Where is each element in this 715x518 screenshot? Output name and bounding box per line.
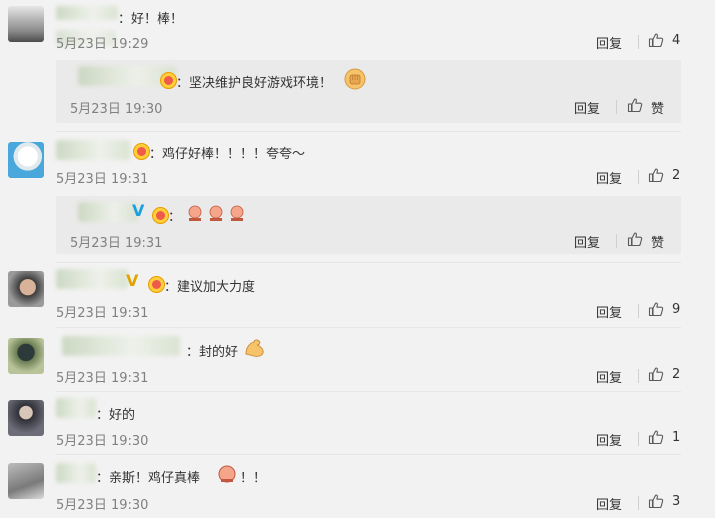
avatar[interactable] <box>8 400 44 436</box>
comment-text: ：鸡仔好棒！！！！夸夸～ <box>149 147 306 162</box>
verified-v-icon: V <box>132 201 145 220</box>
thumbs-up-icon[interactable] <box>648 301 664 317</box>
thumbs-up-icon[interactable] <box>648 32 664 48</box>
comment-row: ：鸡仔好棒！！！！夸夸～ 5月23日 19:31 回复 2 <box>0 132 715 192</box>
like-count[interactable]: 2 <box>672 367 680 382</box>
vip-crown-badge-icon <box>133 143 150 160</box>
comment-timestamp: 5月23日 19:29 <box>56 37 149 52</box>
like-label[interactable]: 赞 <box>651 232 664 251</box>
thumbs-up-icon[interactable] <box>627 231 643 247</box>
sub-reply: V ： 5月23日 19:31 回复 赞 <box>56 196 681 254</box>
avatar[interactable] <box>8 338 44 374</box>
username-blurred[interactable] <box>78 202 138 222</box>
reply-button[interactable]: 回复 <box>596 367 622 386</box>
reply-button[interactable]: 回复 <box>596 168 622 187</box>
comment-text: ：建议加大力度 <box>164 280 256 295</box>
username-blurred[interactable] <box>62 336 180 356</box>
reply-button[interactable]: 回复 <box>596 33 622 52</box>
thumbs-up-icon[interactable] <box>627 97 643 113</box>
comment-timestamp: 5月23日 19:30 <box>56 434 149 449</box>
vip-crown-badge-icon <box>160 72 177 89</box>
chick-emoji-icon <box>188 205 244 221</box>
divider <box>638 369 639 383</box>
avatar[interactable] <box>8 271 44 307</box>
divider <box>638 35 639 49</box>
like-count[interactable]: 3 <box>672 494 680 509</box>
comment-text: ： <box>168 210 182 225</box>
comment-text: ：坚决维护良好游戏环境！ <box>176 76 333 91</box>
divider <box>616 100 617 114</box>
username-blurred[interactable] <box>56 6 118 20</box>
comment-row: V ：建议加大力度 5月23日 19:31 回复 9 <box>0 263 715 325</box>
reply-button[interactable]: 回复 <box>596 430 622 449</box>
sub-reply: ：坚决维护良好游戏环境！ 5月23日 19:30 回复 赞 <box>56 60 681 123</box>
thumbs-up-icon[interactable] <box>648 493 664 509</box>
verified-v-icon: V <box>126 271 139 290</box>
comment-timestamp: 5月23日 19:31 <box>70 236 163 251</box>
comment-row: ：封的好 5月23日 19:31 回复 2 <box>0 328 715 390</box>
username-blurred[interactable] <box>56 398 96 418</box>
like-label[interactable]: 赞 <box>651 98 664 117</box>
comment-timestamp: 5月23日 19:31 <box>56 172 149 187</box>
comment-timestamp: 5月23日 19:31 <box>56 371 149 386</box>
divider <box>616 234 617 248</box>
divider <box>638 432 639 446</box>
username-blurred[interactable] <box>56 140 130 160</box>
reply-button[interactable]: 回复 <box>574 232 600 251</box>
thumbs-up-icon[interactable] <box>648 366 664 382</box>
comment-text: ：亲斯！鸡仔真棒 <box>96 471 201 486</box>
comment-text: ：好！棒！ <box>118 12 184 27</box>
divider <box>638 170 639 184</box>
reply-button[interactable]: 回复 <box>596 302 622 321</box>
comment-timestamp: 5月23日 19:31 <box>56 306 149 321</box>
comment-row: ：好的 5月23日 19:30 回复 1 <box>0 392 715 454</box>
vip-crown-badge-icon <box>148 276 165 293</box>
like-count[interactable]: 2 <box>672 168 680 183</box>
thumbs-up-icon[interactable] <box>648 429 664 445</box>
comment-row: ：好！棒！ 5月23日 19:29 回复 4 <box>0 0 715 56</box>
like-count[interactable]: 4 <box>672 33 680 48</box>
reply-button[interactable]: 回复 <box>596 494 622 513</box>
vip-crown-badge-icon <box>152 207 169 224</box>
like-count[interactable]: 9 <box>672 302 680 317</box>
comment-timestamp: 5月23日 19:30 <box>70 102 163 117</box>
comment-text-tail: ！！ <box>240 471 267 486</box>
avatar[interactable] <box>8 142 44 178</box>
username-blurred[interactable] <box>56 269 128 289</box>
thumbs-up-icon[interactable] <box>648 167 664 183</box>
comment-timestamp: 5月23日 19:30 <box>56 498 149 513</box>
username-blurred[interactable] <box>56 463 96 483</box>
avatar[interactable] <box>8 463 44 499</box>
comment-row: ：亲斯！鸡仔真棒 ！！ 5月23日 19:30 回复 3 <box>0 455 715 518</box>
comment-text: ：封的好 <box>186 345 239 360</box>
divider <box>638 496 639 510</box>
fist-emoji-icon <box>344 68 366 90</box>
avatar[interactable] <box>8 6 44 42</box>
reply-button[interactable]: 回复 <box>574 98 600 117</box>
like-count[interactable]: 1 <box>672 430 680 445</box>
flexed-biceps-emoji-icon <box>245 339 264 357</box>
comment-text: ：好的 <box>96 408 136 423</box>
divider <box>638 304 639 318</box>
chick-emoji-icon <box>218 465 236 483</box>
